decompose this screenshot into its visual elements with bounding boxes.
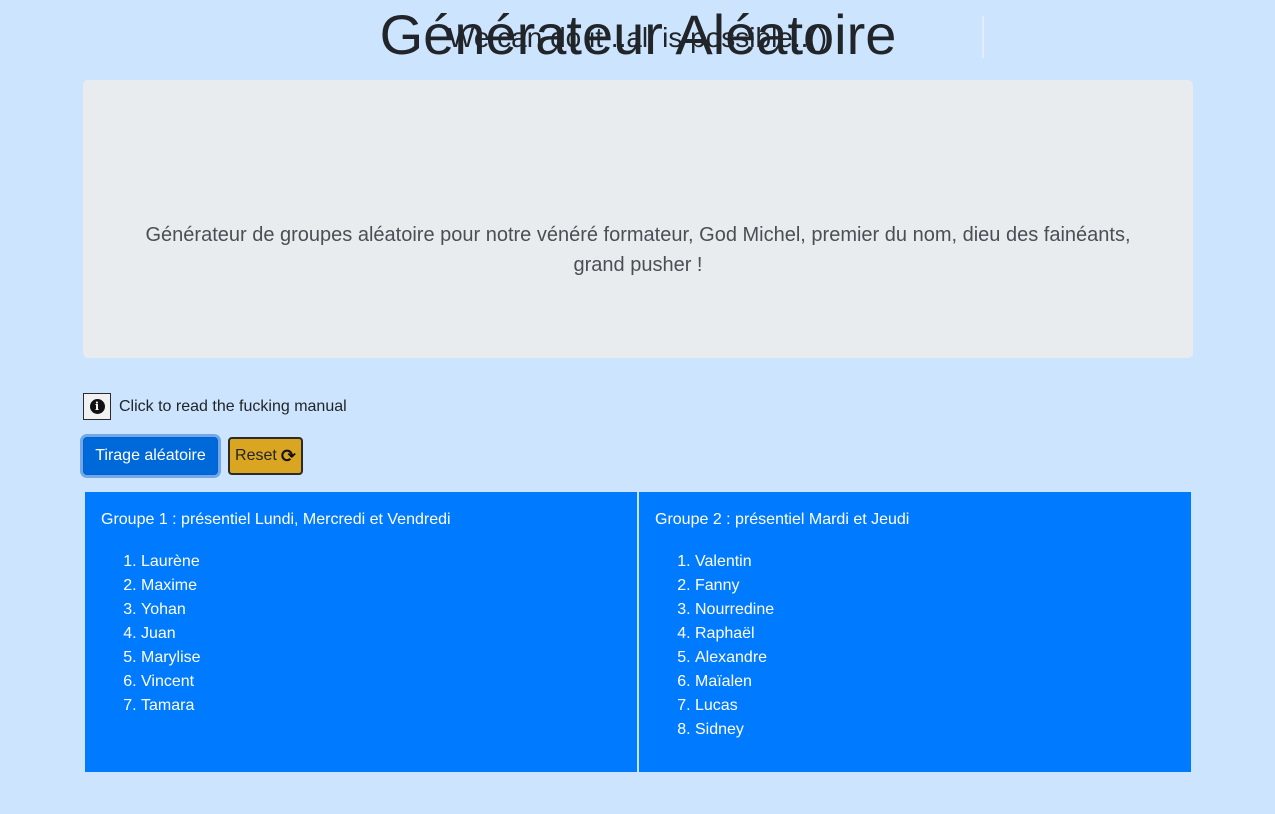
group-member: Sidney [695, 718, 1175, 742]
manual-row: i Click to read the fucking manual [83, 392, 347, 421]
page: We can do it ..all is possible..() Génér… [0, 0, 1275, 814]
group-member: Vincent [141, 670, 621, 694]
group-member: Fanny [695, 574, 1175, 598]
group-member: Alexandre [695, 646, 1175, 670]
group-member: Nourredine [695, 598, 1175, 622]
group-member-list: Valentin Fanny Nourredine Raphaël Alexan… [655, 550, 1175, 742]
page-title: Générateur Aléatoire [379, 3, 897, 66]
reset-label: Reset [235, 447, 277, 464]
group-member: Maïalen [695, 670, 1175, 694]
group-member: Maxime [141, 574, 621, 598]
group-member: Raphaël [695, 622, 1175, 646]
group-member: Lucas [695, 694, 1175, 718]
group-member: Laurène [141, 550, 621, 574]
group-member-list: Laurène Maxime Yohan Juan Marylise Vince… [101, 550, 621, 718]
group-card-2: Groupe 2 : présentiel Mardi et Jeudi Val… [639, 492, 1191, 772]
random-draw-label: Tirage aléatoire [95, 447, 206, 464]
jumbotron: Générateur Aléatoire Générateur de group… [83, 3, 1193, 358]
group-title: Groupe 2 : présentiel Mardi et Jeudi [655, 511, 910, 528]
group-title: Groupe 1 : présentiel Lundi, Mercredi et… [101, 511, 451, 528]
group-member: Valentin [695, 550, 1175, 574]
group-member: Marylise [141, 646, 621, 670]
manual-label: Click to read the fucking manual [119, 397, 347, 415]
page-description: Générateur de groupes aléatoire pour not… [145, 224, 1131, 276]
group-member: Tamara [141, 694, 621, 718]
info-circle-icon: i [89, 399, 105, 414]
group-member: Juan [141, 622, 621, 646]
reset-button[interactable]: Reset ⟳ [228, 437, 303, 475]
group-card-1: Groupe 1 : présentiel Lundi, Mercredi et… [85, 492, 637, 772]
random-draw-button[interactable]: Tirage aléatoire [83, 437, 218, 475]
refresh-icon: ⟳ [280, 446, 296, 466]
group-member: Yohan [141, 598, 621, 622]
manual-button[interactable]: i [83, 393, 111, 420]
